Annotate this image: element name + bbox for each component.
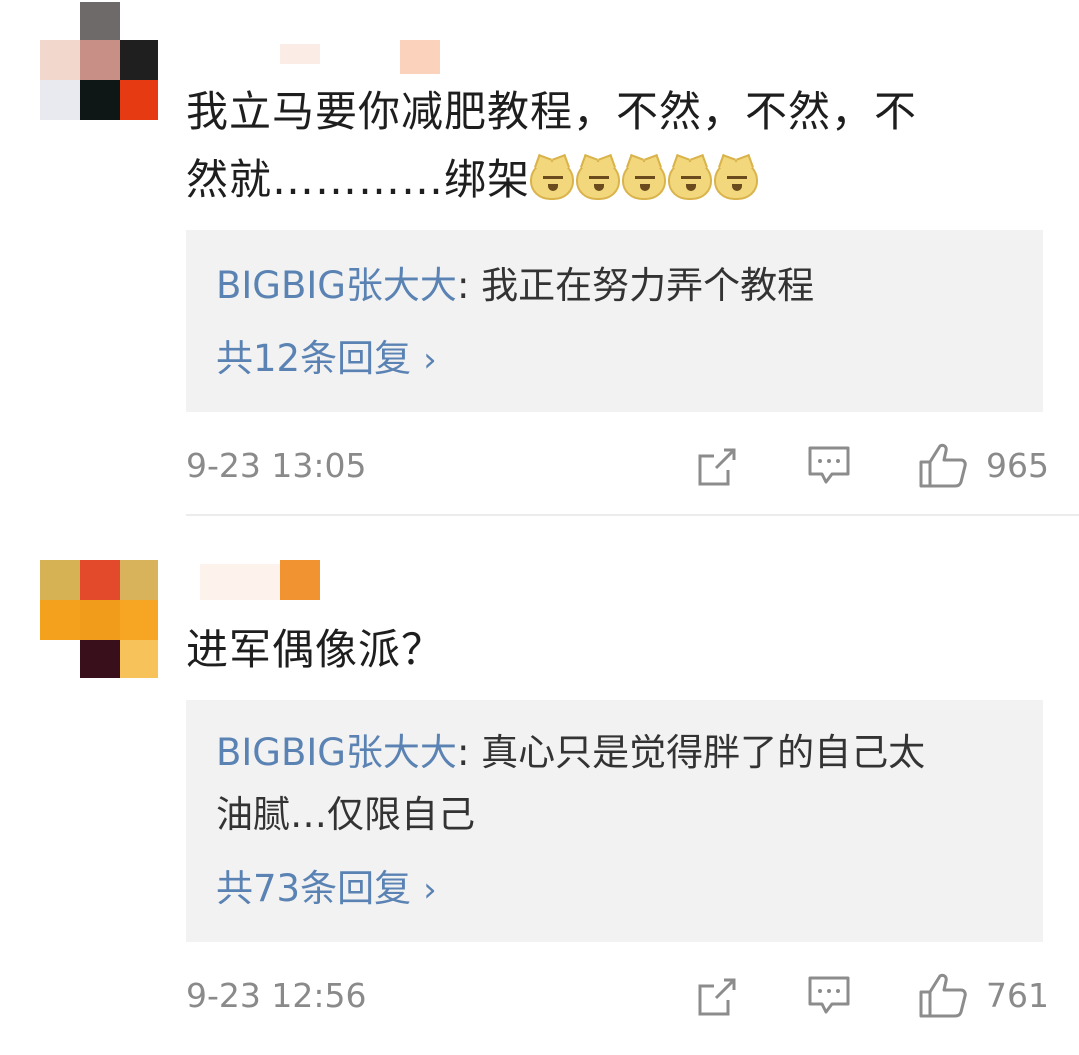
avatar[interactable]	[40, 2, 158, 120]
reply-text: BIGBIG张大大: 真心只是觉得胖了的自己太 油腻…仅限自己	[216, 722, 1019, 846]
username-blurred	[400, 40, 440, 74]
comment-text: 我立马要你减肥教程，不然，不然，不 然就…………绑架	[186, 78, 1026, 220]
like-count: 965	[986, 446, 1049, 485]
comment-timestamp: 9-23 12:56	[186, 976, 367, 1015]
like-icon[interactable]	[918, 972, 968, 1018]
comment-text-line: 我立马要你减肥教程，不然，不然，不	[186, 87, 918, 136]
reply-separator: :	[456, 264, 482, 307]
reply-content: 真心只是觉得胖了的自己太	[481, 731, 926, 774]
reply-separator: :	[456, 731, 482, 774]
username-blurred[interactable]	[200, 564, 280, 600]
username-blurred	[280, 560, 320, 600]
comment-item: 我立马要你减肥教程，不然，不然，不 然就…………绑架 BIGBIG张大大: 我正…	[0, 0, 1079, 520]
comment-item: 进军偶像派？ BIGBIG张大大: 真心只是觉得胖了的自己太 油腻…仅限自己 共…	[0, 520, 1079, 1055]
like-count: 761	[986, 976, 1049, 1015]
doge-icon	[622, 160, 667, 200]
chevron-right-icon: ›	[423, 870, 437, 910]
doge-icon	[530, 160, 575, 200]
avatar[interactable]	[40, 560, 158, 678]
username-blurred[interactable]	[280, 44, 320, 64]
reply-count-label: 共73条回复	[216, 867, 412, 910]
emoji-row	[530, 152, 760, 220]
comment-icon[interactable]	[806, 444, 852, 488]
reply-preview[interactable]: BIGBIG张大大: 我正在努力弄个教程 共12条回复 ›	[186, 230, 1043, 412]
comment-text-fragment: 然就…………绑架	[186, 155, 531, 204]
reply-preview[interactable]: BIGBIG张大大: 真心只是觉得胖了的自己太 油腻…仅限自己 共73条回复 ›	[186, 700, 1043, 942]
reply-content: 我正在努力弄个教程	[481, 264, 815, 307]
view-replies-link[interactable]: 共12条回复 ›	[216, 334, 437, 385]
reply-text-line: BIGBIG张大大: 真心只是觉得胖了的自己太	[216, 722, 1019, 784]
doge-icon	[576, 160, 621, 200]
view-replies-link[interactable]: 共73条回复 ›	[216, 864, 437, 915]
reply-author-link[interactable]: BIGBIG张大大	[216, 731, 457, 774]
comment-timestamp: 9-23 13:05	[186, 446, 367, 485]
reply-text: BIGBIG张大大: 我正在努力弄个教程	[216, 255, 1019, 317]
like-icon[interactable]	[918, 442, 968, 488]
comment-text: 进军偶像派？	[186, 616, 1026, 684]
reply-author-link[interactable]: BIGBIG张大大	[216, 264, 457, 307]
reply-count-label: 共12条回复	[216, 337, 412, 380]
doge-icon	[668, 160, 713, 200]
comment-icon[interactable]	[806, 974, 852, 1018]
chevron-right-icon: ›	[423, 340, 437, 380]
share-icon[interactable]	[694, 976, 738, 1018]
doge-icon	[714, 160, 759, 200]
comment-text-line: 然就…………绑架	[186, 146, 1026, 220]
divider	[186, 514, 1079, 516]
reply-text-line: 油腻…仅限自己	[216, 793, 475, 836]
comment-text-line: 进军偶像派？	[186, 625, 445, 674]
share-icon[interactable]	[694, 446, 738, 488]
